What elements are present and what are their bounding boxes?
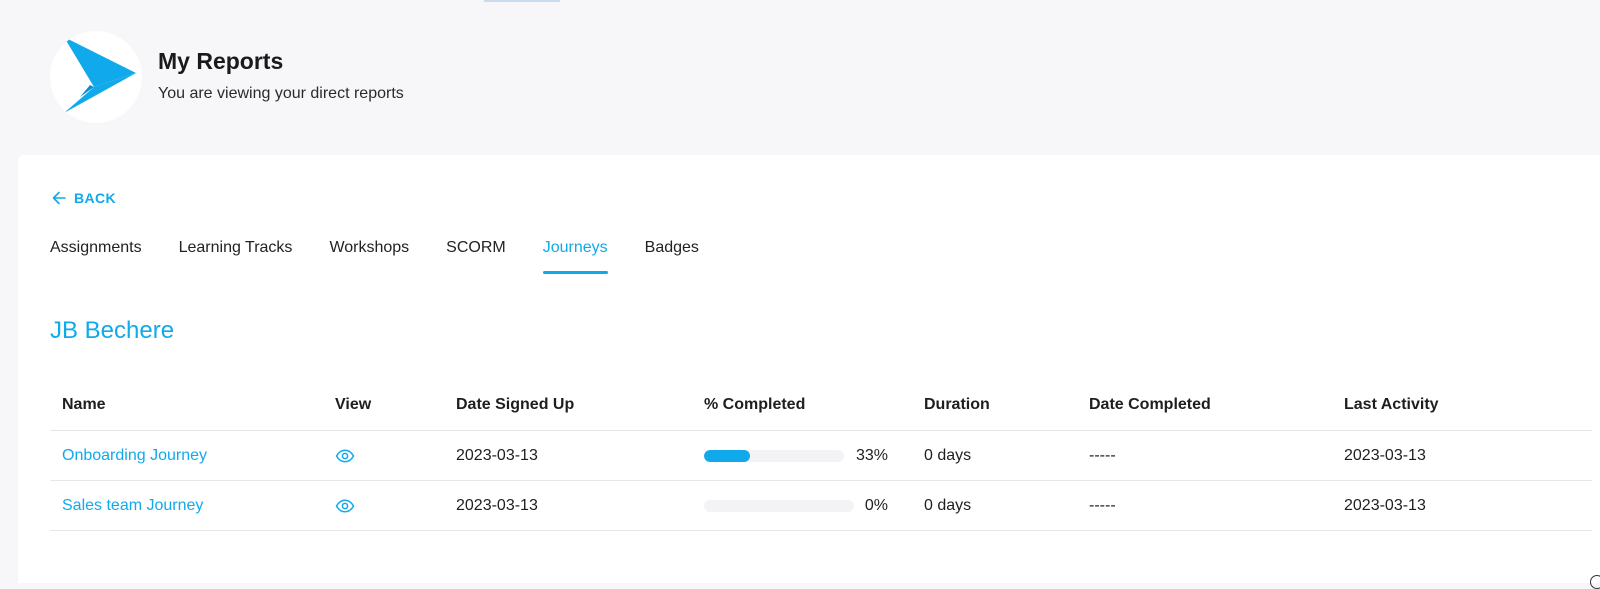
- report-tabs: Assignments Learning Tracks Workshops SC…: [50, 238, 736, 278]
- column-header-date-completed: Date Completed: [1089, 396, 1211, 413]
- tab-workshops[interactable]: Workshops: [329, 238, 409, 278]
- progress-bar: [704, 449, 844, 462]
- help-circle-icon[interactable]: [1590, 575, 1600, 589]
- table-row: Sales team Journey 2023-03-13 0% 0 days …: [50, 481, 1592, 531]
- view-journey-button[interactable]: [335, 481, 355, 530]
- progress-cell: 0%: [704, 481, 894, 530]
- report-person-name: JB Bechere: [50, 317, 175, 344]
- tab-learning-tracks[interactable]: Learning Tracks: [179, 238, 293, 278]
- progress-bar: [704, 499, 854, 512]
- column-header-view: View: [335, 396, 372, 413]
- duration: 0 days: [924, 496, 972, 514]
- arrow-left-icon: [52, 191, 66, 205]
- progress-cell: 33%: [704, 431, 894, 480]
- column-header-last-activity: Last Activity: [1344, 396, 1439, 413]
- company-logo: [50, 31, 142, 123]
- tab-journeys[interactable]: Journeys: [542, 238, 608, 278]
- percent-completed: 33%: [855, 446, 888, 464]
- tab-assignments[interactable]: Assignments: [50, 238, 142, 278]
- column-header-percent-completed: % Completed: [704, 396, 806, 413]
- last-activity: 2023-03-13: [1344, 496, 1426, 514]
- back-label: BACK: [74, 190, 117, 206]
- percent-completed: 0%: [864, 496, 888, 514]
- eye-icon: [335, 448, 355, 463]
- tab-scorm[interactable]: SCORM: [446, 238, 506, 278]
- last-activity: 2023-03-13: [1344, 446, 1426, 464]
- view-journey-button[interactable]: [335, 431, 355, 480]
- table-header-row: Name View Date Signed Up % Completed Dur…: [50, 380, 1592, 431]
- date-completed: -----: [1089, 446, 1116, 464]
- journey-name-link[interactable]: Sales team Journey: [62, 481, 203, 530]
- page-subtitle: You are viewing your direct reports: [158, 85, 404, 102]
- eye-icon: [335, 498, 355, 513]
- column-header-name: Name: [62, 396, 106, 413]
- table-row: Onboarding Journey 2023-03-13 33% 0 days…: [50, 431, 1592, 481]
- reports-card: BACK Assignments Learning Tracks Worksho…: [18, 155, 1600, 583]
- column-header-date-signed-up: Date Signed Up: [456, 396, 575, 413]
- page-title: My Reports: [158, 48, 284, 74]
- back-button[interactable]: BACK: [52, 190, 116, 206]
- journey-name-link[interactable]: Onboarding Journey: [62, 431, 207, 480]
- column-header-duration: Duration: [924, 396, 990, 413]
- journeys-table: Name View Date Signed Up % Completed Dur…: [50, 380, 1592, 531]
- tab-badges[interactable]: Badges: [645, 238, 699, 278]
- date-signed-up: 2023-03-13: [456, 496, 538, 514]
- duration: 0 days: [924, 446, 972, 464]
- progress-bar-fill: [704, 449, 751, 462]
- date-completed: -----: [1089, 496, 1116, 514]
- date-signed-up: 2023-03-13: [456, 446, 538, 464]
- paper-plane-logo-icon: [64, 37, 136, 113]
- page-header: My Reports You are viewing your direct r…: [0, 0, 1600, 155]
